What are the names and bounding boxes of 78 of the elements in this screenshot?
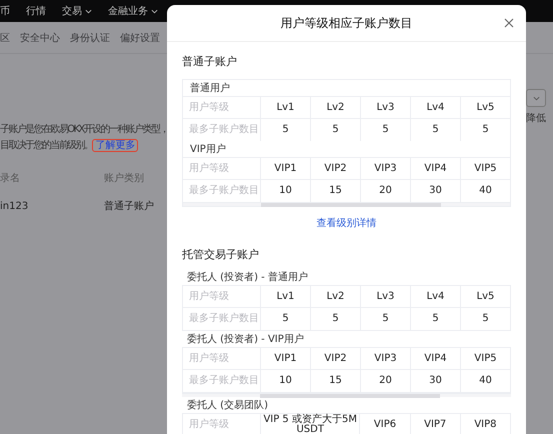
- tab[interactable]: 身份认证: [70, 30, 110, 44]
- table-cell: Lv3: [360, 97, 410, 118]
- table-cell: 40: [460, 370, 510, 392]
- table-cell: 5: [460, 119, 510, 141]
- table-cell: VIP3: [360, 348, 410, 369]
- table-cell: Lv1: [260, 97, 310, 118]
- close-icon[interactable]: [504, 18, 514, 28]
- scrollbar[interactable]: [183, 202, 510, 206]
- table-cell: VIP7: [410, 414, 460, 434]
- table-cell: Lv4: [410, 286, 460, 307]
- group-title: 委托人 (投资者) - 普通用户: [186, 270, 309, 285]
- table-cell: VIP8: [460, 414, 510, 434]
- column-header: 账户类别: [104, 172, 144, 185]
- tab[interactable]: 安全中心: [20, 30, 60, 44]
- table-cell: VIP4: [410, 158, 460, 179]
- section-title: 普通子账户: [182, 55, 238, 68]
- row-label: 用户等级: [188, 290, 230, 304]
- scrollbar[interactable]: [182, 393, 511, 397]
- note-text: 降低: [526, 112, 547, 125]
- intro-text: 子账户是您在欧易OKX开设的一种账户类型， 目取决于您的当前级别。 了解更多: [0, 122, 167, 154]
- group-title: VIP用户: [183, 141, 510, 158]
- section-title: 托管交易子账户: [182, 248, 260, 261]
- nav-item[interactable]: 行情: [26, 4, 46, 18]
- group-title: 委托人 (交易团队): [186, 398, 269, 413]
- table-cell: Lv5: [460, 286, 510, 307]
- table-cell: 10: [260, 370, 310, 392]
- table-cell: 5: [460, 308, 510, 330]
- table-cell: VIP3: [360, 158, 410, 179]
- table-cell: Lv3: [360, 286, 410, 307]
- table-cell: VIP1: [260, 158, 310, 179]
- table-cell-text: 普通子账户: [104, 200, 154, 213]
- row-label: 用户等级: [188, 162, 230, 176]
- table-cell: 5: [310, 119, 360, 141]
- table-cell-text: in123: [0, 200, 30, 212]
- group-title: 委托人 (投资者) - VIP用户: [186, 332, 305, 347]
- group-title: 普通用户: [183, 80, 510, 97]
- nav-item[interactable]: 交易: [62, 4, 92, 18]
- table-cell: VIP1: [260, 348, 310, 369]
- table-cell: 5: [310, 308, 360, 330]
- level-details-link[interactable]: 查看级别详情: [316, 218, 376, 230]
- row-label: 用户等级: [188, 418, 230, 432]
- table-cell: 15: [310, 370, 360, 392]
- row-label: 最多子账户数目: [188, 122, 260, 137]
- nav-item[interactable]: 币: [0, 4, 10, 18]
- tab[interactable]: 区: [0, 30, 10, 44]
- table-cell: Lv1: [260, 286, 310, 307]
- table-cell: 5: [360, 119, 410, 141]
- row-label: 用户等级: [188, 352, 230, 366]
- table-cell: VIP4: [410, 348, 460, 369]
- row-label: 最多子账户数目: [188, 374, 260, 388]
- table-cell: 5: [410, 119, 460, 141]
- table-cell: 20: [360, 370, 410, 392]
- table-cell: Lv2: [310, 286, 360, 307]
- caret-icon: [151, 8, 158, 14]
- table-cell: VIP5: [460, 348, 510, 369]
- table-cell: 5: [260, 308, 310, 330]
- table-cell: VIP 5 或资产大于5M USDT: [260, 414, 360, 434]
- table-cell: 5: [260, 119, 310, 141]
- row-label: 最多子账户数目: [188, 312, 260, 326]
- row-label: 最多子账户数目: [188, 184, 260, 198]
- row-label: 用户等级: [188, 100, 230, 114]
- table-cell: VIP2: [310, 158, 360, 179]
- column-header: 录名: [0, 172, 21, 185]
- table-cell: 5: [360, 308, 410, 330]
- modal-title: 用户等级相应子账户数目: [280, 14, 412, 32]
- tab[interactable]: 偏好设置: [120, 30, 160, 44]
- dropdown[interactable]: [526, 89, 546, 107]
- table-cell: 5: [410, 308, 460, 330]
- table-cell: VIP6: [359, 414, 410, 434]
- table-cell: Lv5: [460, 97, 510, 118]
- table-cell: 30: [410, 370, 460, 392]
- caret-icon: [85, 8, 92, 14]
- table-cell: VIP2: [310, 348, 360, 369]
- table-cell: Lv2: [310, 97, 360, 118]
- table-cell: Lv4: [410, 97, 460, 118]
- table-cell: VIP5: [460, 158, 510, 179]
- nav-item[interactable]: 金融业务: [108, 4, 158, 18]
- caret-icon: [532, 96, 540, 100]
